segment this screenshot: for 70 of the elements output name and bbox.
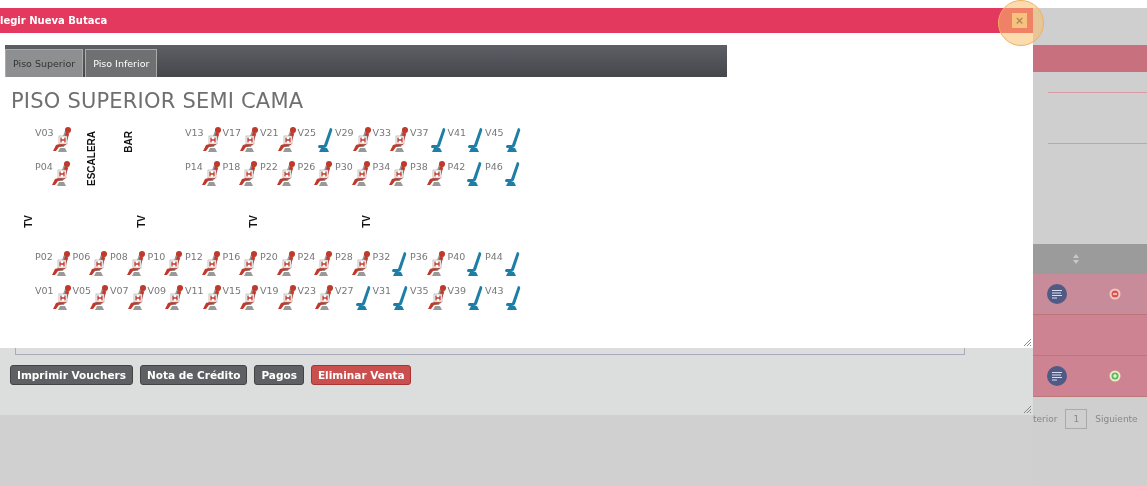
seat-number: P12 [185,251,203,262]
seat-number: P30 [335,161,353,172]
seat-number: V45 [485,127,504,138]
area-label: BAR [123,131,135,153]
next-link[interactable]: Siguiente [1095,414,1138,424]
seat-number: V37 [410,127,429,138]
seat-number: P08 [110,251,128,262]
tv-label: TV [248,214,259,228]
action-button[interactable]: Imprimir Vouchers [10,365,133,385]
click-highlight [998,0,1044,46]
tv-label: TV [360,214,372,228]
seat-number: P38 [410,161,428,172]
seat-number: P26 [297,161,316,172]
deck-title: PISO SUPERIOR SEMI CAMA [11,89,305,113]
seat-number: P28 [335,251,353,262]
action-button[interactable]: Nota de Crédito [140,365,248,385]
seat-number: V13 [185,127,204,138]
seat-number: P18 [222,161,241,172]
seat-number: V31 [372,285,392,296]
action-button[interactable]: Pagos [254,365,304,385]
seat-number: V11 [185,285,204,296]
floor-tab[interactable]: Piso Inferior [85,49,158,77]
action-button[interactable]: Eliminar Venta [310,365,412,385]
seat-number: P02 [35,251,53,262]
tv-label: TV [135,214,147,228]
seat-number: V39 [447,285,467,296]
seat-number: V33 [372,127,392,138]
seat-number: P42 [447,161,466,172]
seat-number: V09 [147,285,167,296]
seat-number: P32 [372,251,391,262]
seat-number: V19 [260,285,279,296]
area-label: ESCALERA [85,131,97,186]
seat-number: V43 [485,285,504,296]
seat-number: P46 [485,161,503,172]
seat-number: V07 [110,285,129,296]
tv-label: TV [23,214,34,228]
dialog-title: legir Nueva Butaca [0,15,108,26]
notes-icon[interactable] [1047,284,1067,304]
previous-link[interactable]: terior [1033,414,1058,424]
seat-number: P10 [147,251,166,262]
seat-number: P44 [485,251,503,262]
seat-number: P22 [260,161,278,172]
seat-number: V29 [335,127,354,138]
seat-number: P40 [447,251,466,262]
seat-number: V21 [260,127,279,138]
notes-icon[interactable] [1047,366,1067,386]
seat-number: V05 [72,285,92,296]
seat-number: P16 [222,251,241,262]
seat-number: V17 [222,127,242,138]
table-row[interactable] [1033,356,1147,397]
seat-number: P06 [72,251,91,262]
seat-number: P04 [35,161,53,172]
seat-number: V41 [447,127,467,138]
remove-icon[interactable] [1109,288,1121,300]
seat-number: V03 [35,127,54,138]
page-number[interactable]: 1 [1065,409,1088,429]
seat-number: P20 [260,251,278,262]
seat-number: V15 [222,285,242,296]
seat-number: P34 [372,161,391,172]
resize-grip-icon[interactable] [1023,405,1031,413]
seat-number: V23 [297,285,317,296]
seat-number: P14 [185,161,203,172]
seat-number: V35 [410,285,429,296]
seat-number: P36 [410,251,428,262]
seat-number: V25 [297,127,317,138]
floor-tab[interactable]: Piso Superior [5,49,84,77]
seat-number: V01 [35,285,54,296]
resize-grip-icon[interactable] [1023,338,1031,346]
seat-number: V27 [335,285,354,296]
seat-number: P24 [297,251,316,262]
